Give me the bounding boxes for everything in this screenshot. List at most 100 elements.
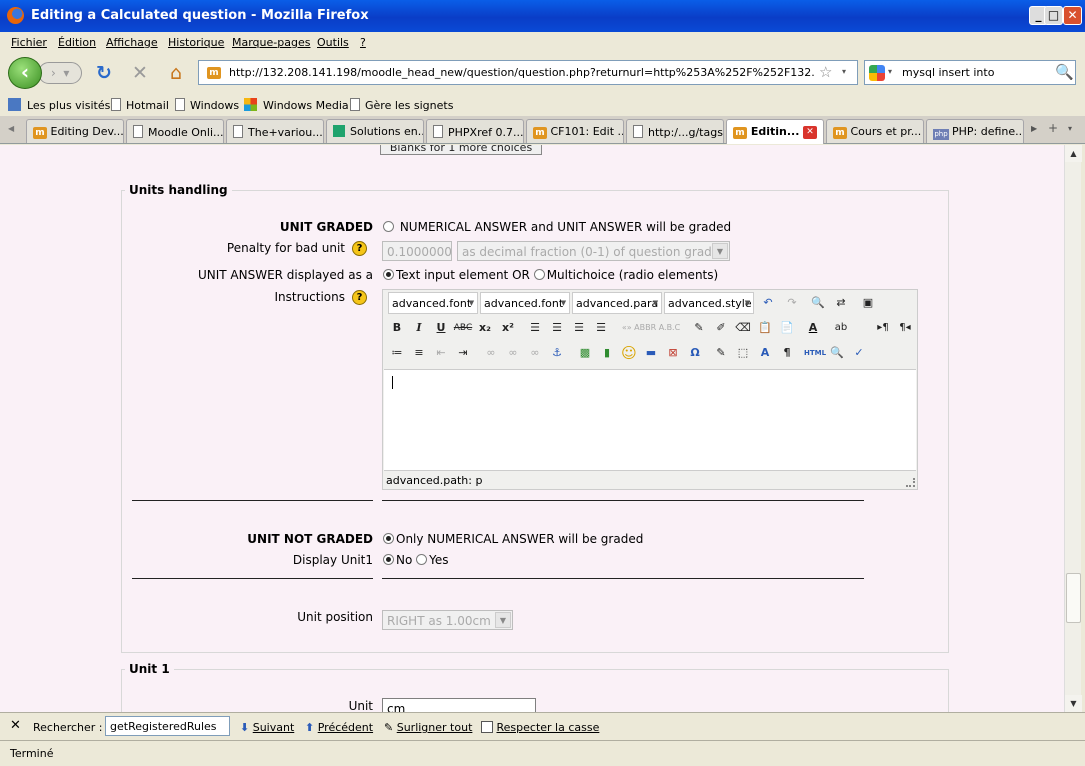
resize-handle-icon[interactable] xyxy=(906,478,915,487)
underline-icon[interactable]: U xyxy=(431,318,451,338)
replace-icon[interactable]: ⇄ xyxy=(831,293,851,313)
justify-icon[interactable]: ☰ xyxy=(591,318,611,338)
indent-icon[interactable]: ⇥ xyxy=(453,343,473,363)
strikethrough-icon[interactable]: ABC xyxy=(453,318,473,338)
bookmark-most-visited[interactable]: Les plus visités xyxy=(8,98,110,112)
fullscreen-icon[interactable]: ▣ xyxy=(858,293,878,313)
paragraph-select[interactable]: advanced.para ▼ xyxy=(572,292,662,314)
tab-scroll-left-icon[interactable]: ◀ xyxy=(8,124,14,133)
image-icon[interactable]: ▩ xyxy=(575,343,595,363)
edit-icon[interactable]: ✎ xyxy=(711,343,731,363)
ltr-icon[interactable]: ▸¶ xyxy=(873,318,893,338)
font-family-select[interactable]: advanced.font ▼ xyxy=(388,292,478,314)
help-icon[interactable]: ? xyxy=(352,241,367,256)
penalty-input[interactable]: 0.1000000 xyxy=(382,241,452,261)
style-select[interactable]: advanced.style ▼ xyxy=(664,292,754,314)
menu-edition[interactable]: Édition xyxy=(58,36,96,49)
bookmark-star-icon[interactable]: ☆ xyxy=(819,63,832,81)
tab-editing-active[interactable]: m Editin... ✕ xyxy=(726,119,824,144)
maximize-button[interactable]: □ xyxy=(1044,6,1063,25)
display-unit-yes-radio[interactable]: Yes xyxy=(416,553,449,567)
html-source-icon[interactable]: HTML xyxy=(803,343,827,363)
close-findbar-icon[interactable]: ✕ xyxy=(10,718,21,733)
url-dropdown-icon[interactable]: ▾ xyxy=(842,67,846,76)
italic-icon[interactable]: I xyxy=(409,318,429,338)
tab-cours[interactable]: m Cours et pr... xyxy=(826,119,924,143)
back-button[interactable]: ‹ xyxy=(8,57,42,89)
spellcheck-icon[interactable]: ✓ xyxy=(849,343,869,363)
menu-marque-pages[interactable]: Marque-pages xyxy=(232,36,310,49)
bookmark-manage[interactable]: Gère les signets xyxy=(350,98,453,112)
horizontal-rule-icon[interactable]: ▬ xyxy=(641,343,661,363)
text-color-icon[interactable]: A xyxy=(803,318,823,338)
bookmark-windows[interactable]: Windows xyxy=(175,98,239,112)
find-next-button[interactable]: ⬇ Suivant xyxy=(240,721,294,734)
unit-input[interactable]: cm xyxy=(382,698,536,712)
tab-list-icon[interactable]: ▾ xyxy=(1068,124,1072,133)
menu-fichier[interactable]: Fichier xyxy=(11,36,47,49)
new-tab-icon[interactable]: + xyxy=(1048,121,1058,135)
highlight-all-button[interactable]: ✎ Surligner tout xyxy=(384,721,472,734)
bold-icon[interactable]: B xyxy=(387,318,407,338)
redo-icon[interactable]: ↷ xyxy=(782,293,802,313)
anchor-icon[interactable]: ⚓ xyxy=(547,343,567,363)
align-right-icon[interactable]: ☰ xyxy=(569,318,589,338)
help-icon[interactable]: ? xyxy=(352,290,367,305)
menu-help[interactable]: ? xyxy=(360,36,366,49)
find-input[interactable]: getRegisteredRules xyxy=(105,716,230,736)
scroll-down-icon[interactable]: ▼ xyxy=(1065,695,1082,712)
vertical-scrollbar[interactable]: ▲ ▼ xyxy=(1064,145,1082,712)
home-icon[interactable]: ⌂ xyxy=(164,61,188,85)
eraser-icon[interactable]: ⌫ xyxy=(733,318,753,338)
undo-icon[interactable]: ↶ xyxy=(758,293,778,313)
outdent-icon[interactable]: ⇤ xyxy=(431,343,451,363)
paste-word-icon[interactable]: 📄 xyxy=(777,318,797,338)
menu-affichage[interactable]: Affichage xyxy=(106,36,158,49)
highlight-color-icon[interactable]: ab xyxy=(831,318,851,338)
emoticon-icon[interactable]: ☺ xyxy=(619,343,639,363)
stop-icon[interactable]: ✕ xyxy=(128,61,152,85)
remove-format-icon[interactable]: ✐ xyxy=(711,318,731,338)
find-previous-button[interactable]: ⬆ Précédent xyxy=(305,721,373,734)
unit-graded-radio[interactable]: NUMERICAL ANSWER and UNIT ANSWER will be… xyxy=(383,220,731,234)
special-char-icon[interactable]: Ω xyxy=(685,343,705,363)
tab-editing-dev[interactable]: m Editing Dev... xyxy=(26,119,124,143)
tab-moodle-online[interactable]: Moodle Onli... xyxy=(126,119,224,143)
non-breaking-icon[interactable]: ⊠ xyxy=(663,343,683,363)
match-case-checkbox[interactable]: Respecter la casse xyxy=(481,721,599,734)
search-icon[interactable]: 🔍 xyxy=(1055,63,1074,81)
menu-historique[interactable]: Historique xyxy=(168,36,224,49)
tab-cf101[interactable]: m CF101: Edit ... xyxy=(526,119,624,143)
tab-php-define[interactable]: php PHP: define... xyxy=(926,119,1024,143)
align-center-icon[interactable]: ☰ xyxy=(547,318,567,338)
bookmark-windows-media[interactable]: Windows Media xyxy=(244,98,349,112)
tab-solutions[interactable]: Solutions en... xyxy=(326,119,424,143)
search-replace-icon[interactable]: 🔍 xyxy=(827,343,847,363)
unit-answer-multichoice-radio[interactable]: Multichoice (radio elements) xyxy=(533,268,718,282)
penalty-select[interactable]: as decimal fraction (0-1) of question gr… xyxy=(457,241,730,261)
tab-the-various[interactable]: The+variou... xyxy=(226,119,324,143)
cite-abbr-icon[interactable]: «» ABBR A.B.C xyxy=(621,318,681,338)
link-icon[interactable]: ∞ xyxy=(481,343,501,363)
cleanup-icon[interactable]: ✎ xyxy=(689,318,709,338)
editor-content-area[interactable] xyxy=(384,369,916,471)
google-engine-icon[interactable] xyxy=(869,65,885,81)
pilcrow-icon[interactable]: ¶ xyxy=(777,343,797,363)
tab-phpxref[interactable]: PHPXref 0.7... xyxy=(426,119,524,143)
unit-answer-text-radio[interactable]: Text input element OR xyxy=(383,268,530,282)
tab-close-icon[interactable]: ✕ xyxy=(803,126,817,139)
styleprops-icon[interactable]: A xyxy=(755,343,775,363)
find-icon[interactable]: 🔍 xyxy=(808,293,828,313)
url-bar[interactable]: m http://132.208.141.198/moodle_head_new… xyxy=(198,60,858,85)
font-size-select[interactable]: advanced.font ▼ xyxy=(480,292,570,314)
tab-scroll-right-icon[interactable]: ▶ xyxy=(1031,124,1037,133)
forward-button[interactable]: › ▾ xyxy=(38,62,82,84)
engine-dropdown-icon[interactable]: ▾ xyxy=(888,67,892,76)
bookmark-hotmail[interactable]: Hotmail xyxy=(111,98,169,112)
visual-aid-icon[interactable]: ⬚ xyxy=(733,343,753,363)
scrollbar-thumb[interactable] xyxy=(1066,573,1081,623)
align-left-icon[interactable]: ☰ xyxy=(525,318,545,338)
bullet-list-icon[interactable]: ≔ xyxy=(387,343,407,363)
unit-not-graded-radio[interactable]: Only NUMERICAL ANSWER will be graded xyxy=(383,532,643,546)
nolink-icon[interactable]: ∞ xyxy=(525,343,545,363)
